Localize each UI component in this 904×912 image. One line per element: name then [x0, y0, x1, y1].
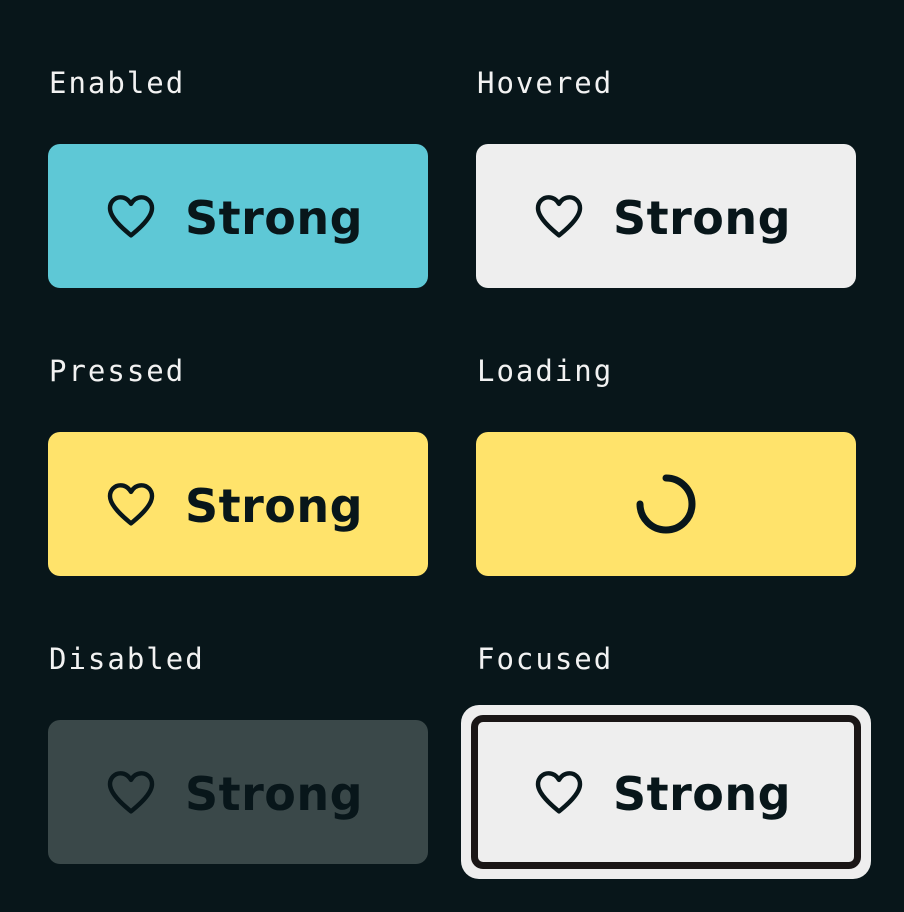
button-label: Strong [184, 191, 364, 245]
strong-button-enabled[interactable]: Strong [48, 144, 428, 288]
button-label: Strong [184, 479, 364, 533]
strong-button-focused[interactable]: Strong [471, 715, 861, 869]
heart-icon [103, 188, 159, 244]
button-label: Strong [612, 191, 792, 245]
label-enabled: Enabled [49, 66, 186, 100]
label-hovered: Hovered [477, 66, 614, 100]
heart-icon [531, 188, 587, 244]
heart-icon [103, 476, 159, 532]
button-label: Strong [184, 767, 364, 821]
strong-button-hovered[interactable]: Strong [476, 144, 856, 288]
loading-spinner-icon [634, 472, 698, 536]
focus-ring: Strong [461, 705, 871, 879]
label-disabled: Disabled [49, 642, 205, 676]
heart-icon [103, 764, 159, 820]
button-label: Strong [612, 767, 792, 821]
heart-icon [531, 764, 587, 820]
label-focused: Focused [477, 642, 614, 676]
strong-button-disabled: Strong [48, 720, 428, 864]
label-loading: Loading [477, 354, 614, 388]
strong-button-pressed[interactable]: Strong [48, 432, 428, 576]
strong-button-loading[interactable] [476, 432, 856, 576]
label-pressed: Pressed [49, 354, 186, 388]
